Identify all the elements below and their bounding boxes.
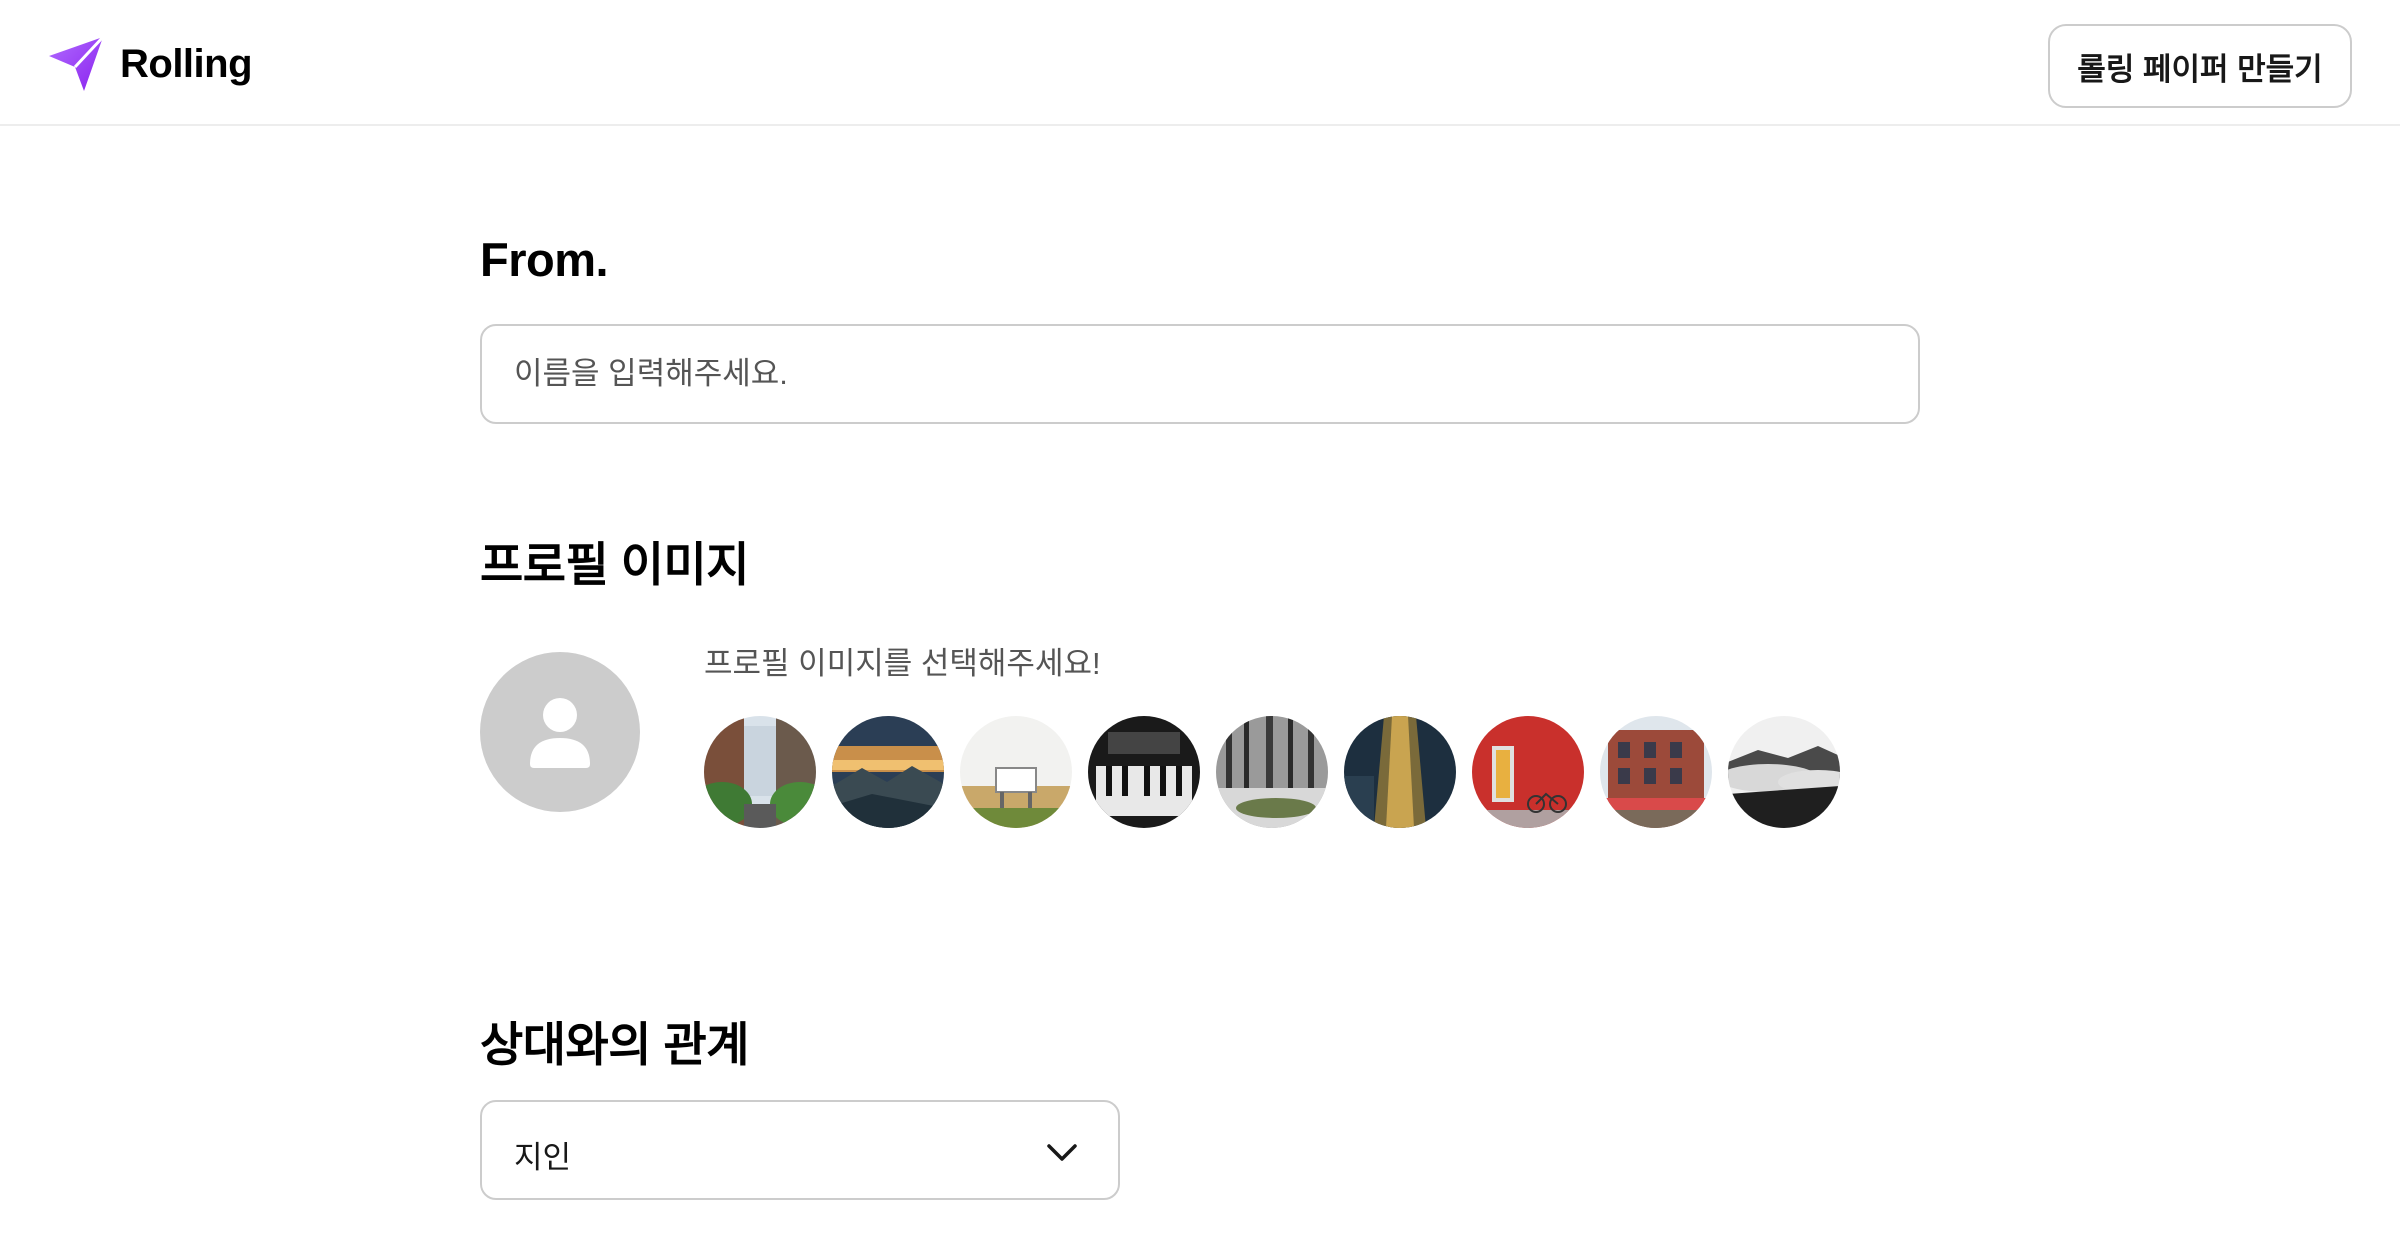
logo[interactable]: Rolling	[46, 34, 253, 94]
profile-image-options	[704, 716, 1844, 828]
profile-image-hint: 프로필 이미지를 선택해주세요!	[704, 646, 1101, 681]
profile-image-option-6[interactable]	[1344, 716, 1456, 828]
chevron-down-icon	[1047, 1144, 1077, 1161]
create-rolling-paper-button[interactable]: 롤링 페이퍼 만들기	[2048, 24, 2352, 108]
top-navigation-bar: Rolling 롤링 페이퍼 만들기	[0, 0, 2400, 126]
profile-image-option-5[interactable]	[1216, 716, 1328, 828]
relationship-select[interactable]: 지인	[480, 1100, 1120, 1200]
relationship-section-title: 상대와의 관계	[480, 1018, 750, 1071]
profile-image-option-4[interactable]	[1088, 716, 1200, 828]
from-section-title: From.	[480, 233, 609, 286]
profile-image-option-9[interactable]	[1728, 716, 1840, 828]
profile-image-option-2[interactable]	[832, 716, 944, 828]
profile-image-option-7[interactable]	[1472, 716, 1584, 828]
profile-image-option-8[interactable]	[1600, 716, 1712, 828]
profile-image-section-title: 프로필 이미지	[480, 538, 750, 591]
profile-image-option-1[interactable]	[704, 716, 816, 828]
person-icon	[530, 698, 590, 768]
paper-plane-logo-icon	[49, 35, 105, 91]
profile-image-option-3[interactable]	[960, 716, 1072, 828]
selected-profile-avatar	[480, 652, 640, 812]
app-name: Rolling	[120, 41, 253, 86]
relationship-selected-value: 지인	[514, 1140, 572, 1175]
name-input[interactable]	[480, 324, 1920, 424]
